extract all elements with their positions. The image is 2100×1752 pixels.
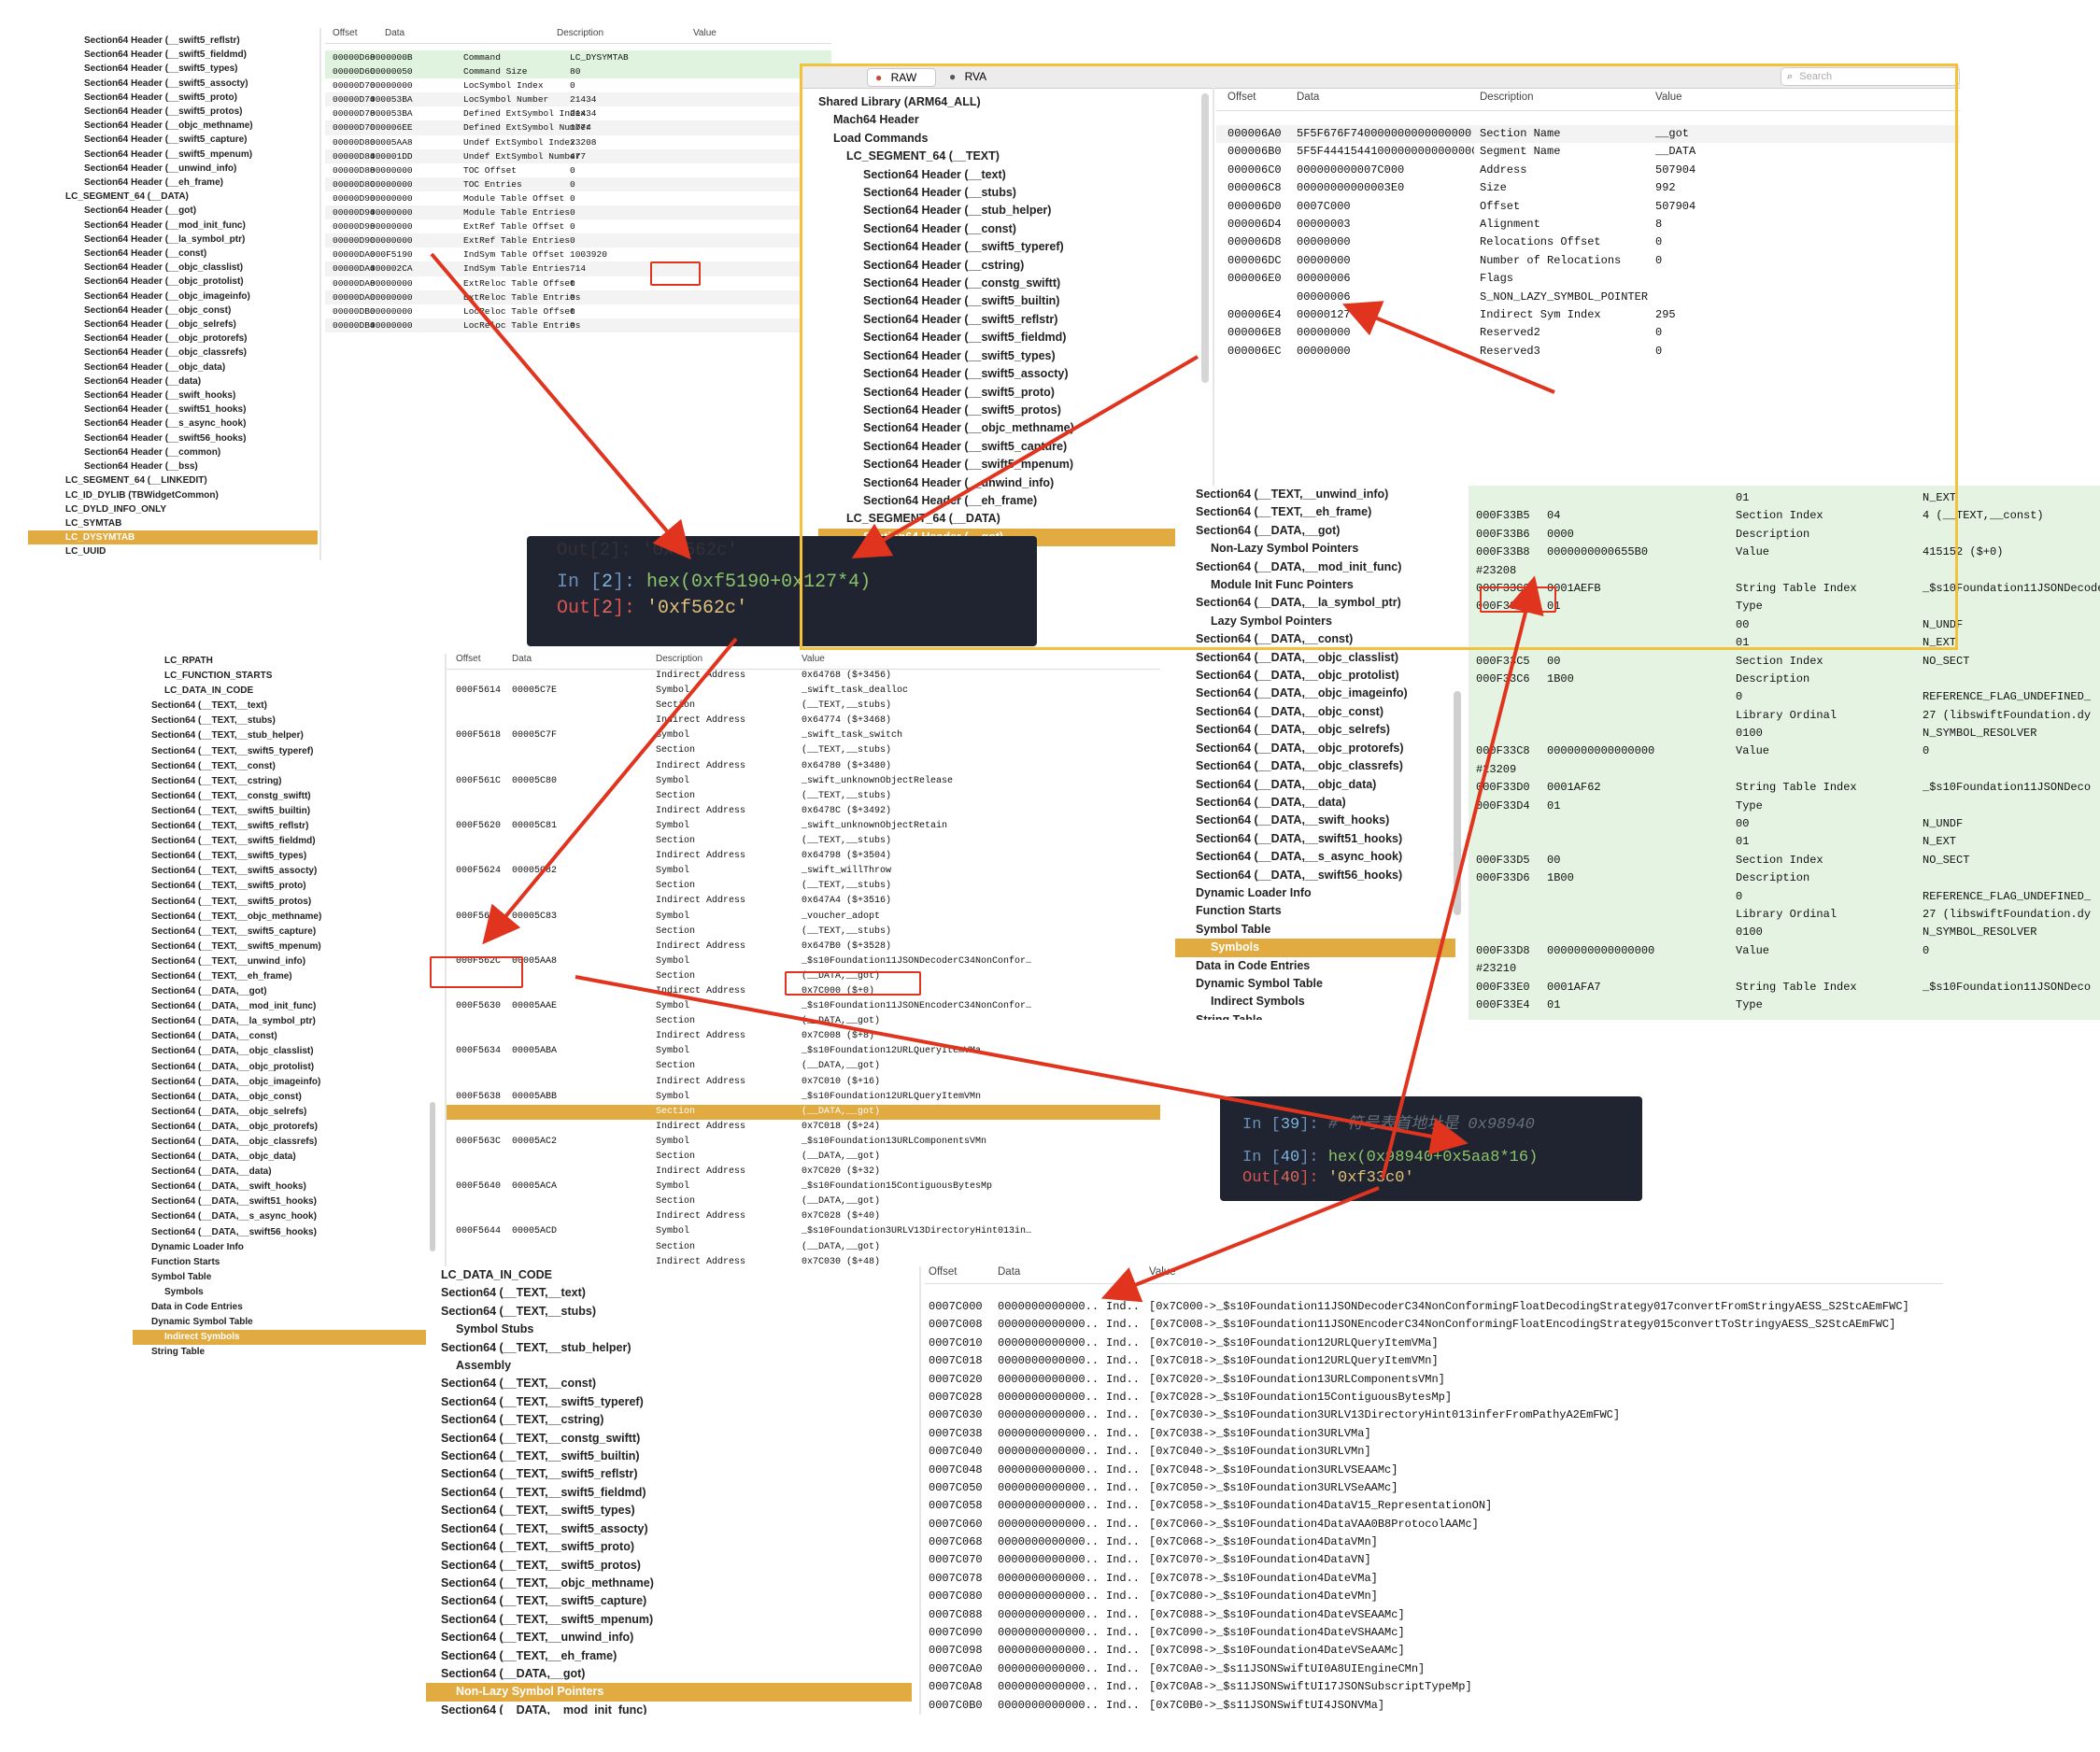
- arrow-console2-to-f33c0: [1381, 575, 1544, 1180]
- arrow-console-to-f562c: [482, 637, 738, 945]
- arrow-tree-to-got: [851, 355, 1199, 559]
- arrow-indsym-to-console: [430, 252, 691, 560]
- arrow-sym-index-pointer: [1341, 301, 1555, 394]
- arrow-symbol-to-console2: [575, 975, 1469, 1155]
- annotation-arrows: [430, 252, 1555, 1303]
- arrow-console2-to-got: [1100, 1186, 1380, 1303]
